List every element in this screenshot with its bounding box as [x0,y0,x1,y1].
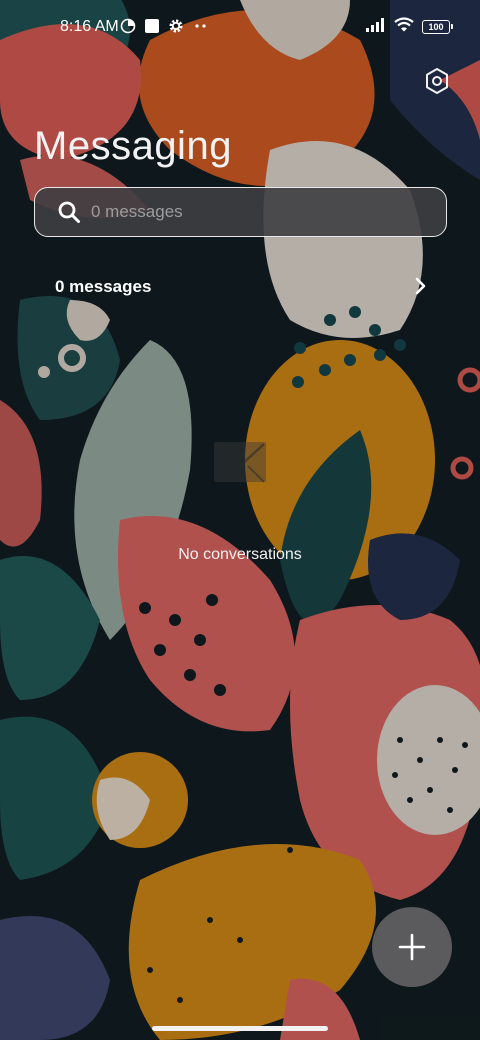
status-bar: 8:16 AM 100 [0,0,480,56]
plus-icon [398,933,426,961]
settings-button[interactable] [420,62,454,100]
empty-inbox-icon [212,440,268,509]
more-dots-icon [192,18,210,39]
status-time: 8:16 AM [60,18,119,35]
empty-state-text: No conversations [178,546,302,563]
wifi-icon [394,17,414,37]
search-bar[interactable] [34,187,447,237]
messages-summary-row[interactable]: 0 messages [34,264,447,310]
data-saver-icon [120,18,136,39]
page-title: Messaging [34,124,232,168]
app-notification-icon [144,18,160,39]
settings-icon [426,68,448,94]
chevron-right-icon [415,277,427,300]
status-right-icons: 100 [366,17,453,37]
gear-icon [168,18,184,39]
signal-icon [366,17,386,37]
battery-icon: 100 [422,20,453,34]
home-indicator[interactable] [152,1026,328,1031]
empty-state: No conversations [0,440,480,580]
new-message-button[interactable] [372,907,452,987]
messages-count-label: 0 messages [55,277,152,296]
search-input[interactable] [91,202,446,222]
search-icon [57,200,81,224]
status-left-icons [120,18,210,38]
